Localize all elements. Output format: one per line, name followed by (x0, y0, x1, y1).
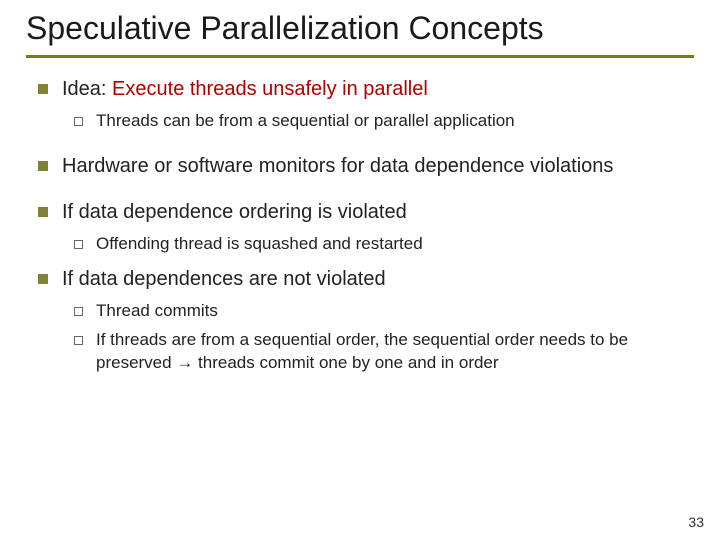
sub-list: Threads can be from a sequential or para… (62, 110, 690, 133)
bullet-idea-prefix: Idea: (62, 78, 112, 100)
slide-title: Speculative Parallelization Concepts (26, 10, 694, 53)
sub-bullet: Offending thread is squashed and restart… (62, 233, 690, 256)
sub-list: Thread commits If threads are from a seq… (62, 300, 690, 375)
bullet-idea-highlight: Execute threads unsafely in parallel (112, 78, 428, 100)
sub-bullet: If threads are from a sequential order, … (62, 329, 690, 375)
bullet-not-violated: If data dependences are not violated Thr… (32, 266, 690, 375)
bullet-idea: Idea: Execute threads unsafely in parall… (32, 76, 690, 133)
sub-bullet: Thread commits (62, 300, 690, 323)
bullet-monitor: Hardware or software monitors for data d… (32, 153, 690, 179)
bullet-violated-text: If data dependence ordering is violated (62, 201, 407, 223)
slide: Speculative Parallelization Concepts Ide… (0, 0, 720, 540)
bullet-violated: If data dependence ordering is violated … (32, 199, 690, 256)
sub-bullet: Threads can be from a sequential or para… (62, 110, 690, 133)
title-underline (26, 55, 694, 58)
bullet-list: Idea: Execute threads unsafely in parall… (32, 76, 690, 375)
page-number: 33 (688, 514, 704, 530)
content-area: Idea: Execute threads unsafely in parall… (26, 76, 694, 375)
sub-list: Offending thread is squashed and restart… (62, 233, 690, 256)
bullet-not-violated-text: If data dependences are not violated (62, 268, 386, 290)
